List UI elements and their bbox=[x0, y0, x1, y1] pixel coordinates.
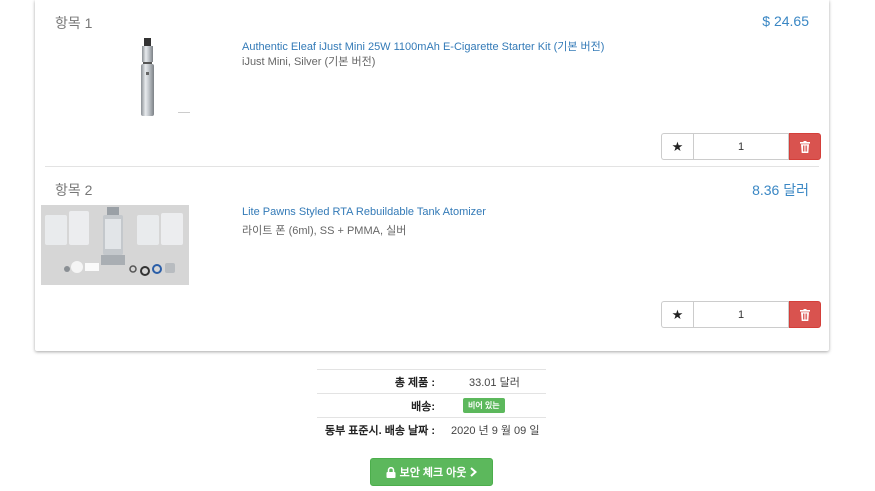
product-image[interactable] bbox=[41, 205, 189, 285]
product-title-link[interactable]: Lite Pawns Styled RTA Rebuildable Tank A… bbox=[242, 206, 486, 218]
cart-panel: 항목 1 $ 24.65 Authentic Eleaf iJust Mini … bbox=[35, 0, 829, 351]
trash-icon bbox=[800, 308, 810, 321]
vape-pen-image bbox=[141, 38, 190, 116]
quantity-group: ★ bbox=[661, 301, 821, 328]
checkout-label: 보안 체크 아웃 bbox=[399, 467, 467, 479]
quantity-input[interactable] bbox=[693, 301, 789, 328]
delivery-label: 동부 표준시. 배송 날짜 : bbox=[324, 424, 435, 437]
star-icon: ★ bbox=[671, 306, 684, 322]
delete-button[interactable] bbox=[789, 133, 821, 160]
product-variant: 라이트 폰 (6ml), SS + PMMA, 실버 bbox=[242, 225, 407, 237]
summary-shipping-row: 배송: 비어 있는 bbox=[317, 393, 546, 417]
product-image[interactable] bbox=[102, 36, 192, 118]
shipping-label: 배송: bbox=[411, 400, 435, 413]
order-summary: 총 제품 : 33.01 달러 배송: 비어 있는 동부 표준시. 배송 날짜 … bbox=[317, 369, 546, 441]
lock-icon bbox=[386, 466, 396, 478]
chevron-right-icon bbox=[470, 467, 478, 477]
shipping-badge: 비어 있는 bbox=[463, 398, 505, 413]
total-value: 33.01 달러 bbox=[469, 376, 520, 389]
item-price: 8.36 달러 bbox=[752, 182, 809, 198]
product-variant: iJust Mini, Silver (기본 버전) bbox=[242, 56, 376, 68]
quantity-group: ★ bbox=[661, 133, 821, 160]
tank-atomizer-image bbox=[41, 205, 189, 285]
delete-button[interactable] bbox=[789, 301, 821, 328]
summary-total-row: 총 제품 : 33.01 달러 bbox=[317, 369, 546, 393]
cart-item: 항목 2 8.36 달러 Lite Pawns Styled RTA Rebui… bbox=[35, 167, 829, 351]
product-title-link[interactable]: Authentic Eleaf iJust Mini 25W 1100mAh E… bbox=[242, 38, 604, 54]
trash-icon bbox=[800, 140, 810, 153]
star-icon: ★ bbox=[671, 138, 684, 154]
secure-checkout-button[interactable]: 보안 체크 아웃 bbox=[370, 458, 493, 486]
cart-item: 항목 1 $ 24.65 Authentic Eleaf iJust Mini … bbox=[35, 0, 829, 167]
quantity-input[interactable] bbox=[693, 133, 789, 160]
total-label: 총 제품 : bbox=[394, 376, 435, 389]
delivery-value: 2020 년 9 월 09 일 bbox=[451, 424, 540, 437]
item-label: 항목 2 bbox=[55, 182, 93, 198]
item-price: $ 24.65 bbox=[762, 13, 809, 29]
favorite-button[interactable]: ★ bbox=[661, 133, 693, 160]
summary-delivery-row: 동부 표준시. 배송 날짜 : 2020 년 9 월 09 일 bbox=[317, 417, 546, 441]
favorite-button[interactable]: ★ bbox=[661, 301, 693, 328]
item-label: 항목 1 bbox=[55, 15, 93, 31]
